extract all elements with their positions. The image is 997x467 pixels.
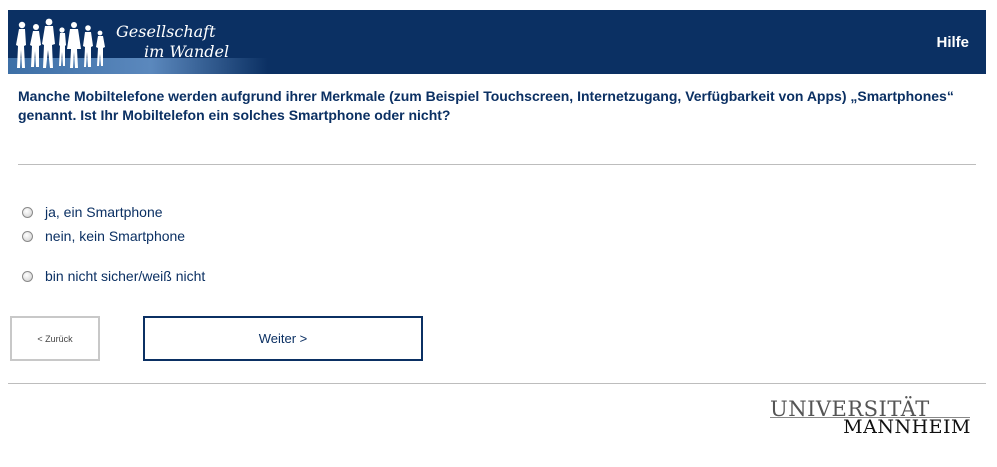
- brand-line-2: im Wandel: [144, 42, 230, 61]
- radio-button[interactable]: [22, 270, 33, 282]
- option-label: ja, ein Smartphone: [45, 204, 163, 220]
- option-no-smartphone[interactable]: nein, kein Smartphone: [22, 228, 185, 244]
- question-text: Manche Mobiltelefone werden aufgrund ihr…: [18, 88, 954, 123]
- people-silhouettes-icon: [16, 18, 105, 68]
- brand-title: Gesellschaft im Wandel: [116, 22, 229, 62]
- radio-button[interactable]: [22, 206, 33, 218]
- divider-bottom: [8, 383, 986, 384]
- divider-top: [18, 164, 976, 165]
- next-button[interactable]: Weiter >: [143, 316, 423, 361]
- brand-line-1: Gesellschaft: [116, 22, 216, 41]
- university-logo: UNIVERSITÄT MANNHEIM: [770, 397, 975, 438]
- option-yes-smartphone[interactable]: ja, ein Smartphone: [22, 204, 163, 220]
- logo-line-2: MANNHEIM: [843, 416, 971, 438]
- option-label: nein, kein Smartphone: [45, 228, 186, 244]
- help-link[interactable]: Hilfe: [936, 34, 969, 51]
- option-not-sure[interactable]: bin nicht sicher/weiß nicht: [22, 268, 205, 284]
- back-button[interactable]: < Zurück: [10, 316, 100, 361]
- option-label: bin nicht sicher/weiß nicht: [45, 268, 206, 284]
- header-banner: Gesellschaft im Wandel Hilfe: [8, 10, 986, 74]
- radio-button[interactable]: [22, 230, 33, 242]
